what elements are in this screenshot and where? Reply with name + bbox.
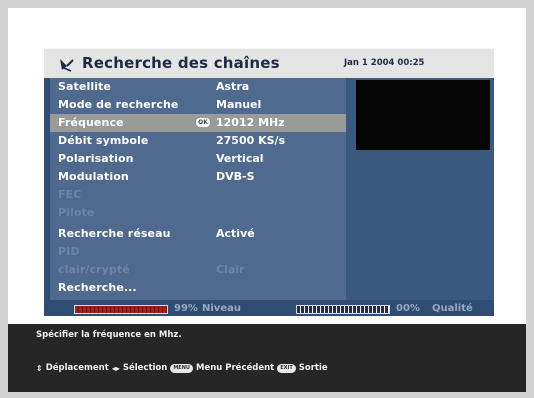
menu-item-clear-scrambled: clair/crypté Clair	[50, 261, 346, 279]
menu-item-label: PID	[58, 245, 80, 258]
menu-item-label: Satellite	[58, 80, 111, 93]
exit-label: Sortie	[298, 363, 328, 373]
signal-strip: 99% Niveau 00% Qualité	[44, 300, 494, 316]
menu-item-value: Vertical	[216, 152, 264, 165]
menu-item-label: Modulation	[58, 170, 129, 183]
menu-item-pilot: Pilote	[50, 204, 346, 222]
menu-item-modulation[interactable]: Modulation DVB-S	[50, 168, 346, 186]
menu-item-value: Activé	[216, 227, 255, 240]
menu-item-value: 27500 KS/s	[216, 134, 286, 147]
menu-item-label: clair/crypté	[58, 263, 130, 276]
move-label: Déplacement	[45, 363, 109, 373]
menu-item-label: Fréquence	[58, 116, 124, 129]
menu-item-value: Clair	[216, 263, 245, 276]
date-time: Jan 1 2004 00:25	[344, 58, 425, 68]
menu-item-label: Pilote	[58, 206, 95, 219]
left-right-arrow-icon: ◂▸	[111, 363, 120, 373]
signal-quality-label: Qualité	[432, 303, 473, 314]
menu-item-label: Débit symbole	[58, 134, 149, 147]
signal-level-label: Niveau	[202, 303, 241, 314]
exit-key-icon: EXIT	[277, 363, 296, 373]
up-down-arrow-icon: ⇕	[36, 363, 43, 373]
signal-quality-bar	[296, 305, 390, 314]
menu-item-label: Polarisation	[58, 152, 134, 165]
menu-item-label: Mode de recherche	[58, 98, 179, 111]
panel-header: Recherche des chaînes Jan 1 2004 00:25	[44, 48, 494, 79]
menu-item-network-search[interactable]: Recherche réseau Activé	[50, 225, 346, 243]
navigation-legend: ⇕ Déplacement ◂▸ Sélection MENU Menu Pré…	[36, 362, 328, 374]
signal-level-bar	[74, 305, 168, 314]
menu-item-frequency[interactable]: Fréquence OK 12012 MHz	[50, 114, 346, 132]
menu-label: Menu Précédent	[195, 363, 275, 373]
help-area: Spécifier la fréquence en Mhz. ⇕ Déplace…	[8, 324, 526, 392]
select-label: Sélection	[122, 363, 168, 373]
menu-item-satellite[interactable]: Satellite Astra	[50, 78, 346, 96]
search-settings-list: Satellite Astra Mode de recherche Manuel…	[50, 78, 346, 300]
menu-item-value: Astra	[216, 80, 250, 93]
signal-level-percent: 99%	[174, 303, 198, 314]
page-title: Recherche des chaînes	[82, 54, 280, 72]
help-text: Spécifier la fréquence en Mhz.	[36, 330, 182, 340]
menu-item-fec: FEC	[50, 186, 346, 204]
menu-item-search-mode[interactable]: Mode de recherche Manuel	[50, 96, 346, 114]
ok-key-icon: OK	[196, 118, 210, 127]
menu-item-value: Manuel	[216, 98, 262, 111]
tv-screen: Recherche des chaînes Jan 1 2004 00:25 S…	[0, 0, 534, 398]
menu-item-label: Recherche...	[58, 281, 137, 294]
video-preview	[356, 80, 490, 150]
menu-item-pid: PID	[50, 243, 346, 261]
menu-item-polarization[interactable]: Polarisation Vertical	[50, 150, 346, 168]
panel-body: Satellite Astra Mode de recherche Manuel…	[44, 78, 494, 300]
menu-key-icon: MENU	[170, 363, 193, 373]
menu-item-value: DVB-S	[216, 170, 255, 183]
start-search-button[interactable]: Recherche...	[50, 279, 346, 297]
menu-item-label: Recherche réseau	[58, 227, 171, 240]
frequency-input[interactable]: 12012 MHz	[216, 116, 285, 129]
menu-item-symbol-rate[interactable]: Débit symbole 27500 KS/s	[50, 132, 346, 150]
menu-item-label: FEC	[58, 188, 82, 201]
satellite-dish-icon	[58, 56, 76, 72]
signal-quality-percent: 00%	[396, 303, 420, 314]
